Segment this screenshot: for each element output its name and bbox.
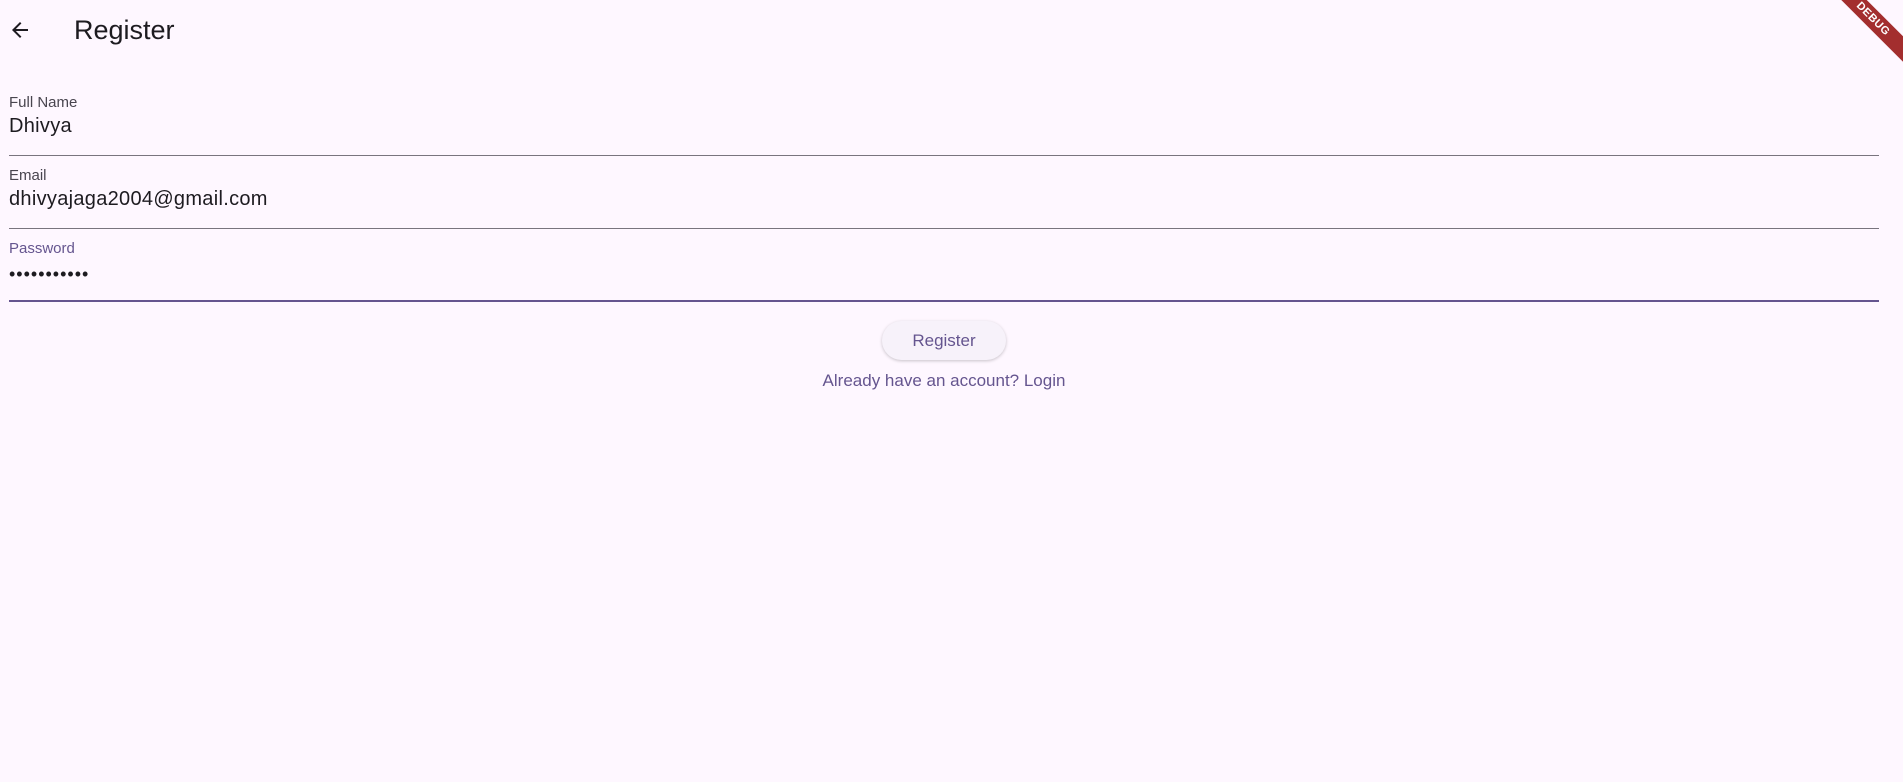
full-name-underline [9,155,1879,156]
page-title: Register [74,15,175,45]
arrow-back-icon [12,22,28,38]
email-underline [9,228,1879,229]
register-button[interactable]: Register [882,321,1006,360]
email-label: Email [9,167,47,184]
password-label: Password [9,240,75,257]
full-name-label: Full Name [9,94,78,111]
email-value[interactable]: dhivyajaga2004@gmail.com [9,186,268,212]
app-bar: Register [0,0,1903,64]
password-underline [9,300,1879,302]
email-field[interactable]: Email dhivyajaga2004@gmail.com [9,167,1879,229]
back-button[interactable] [0,10,40,50]
login-link[interactable]: Already have an account? Login [0,369,1888,393]
full-name-value[interactable]: Dhivya [9,113,72,139]
full-name-field[interactable]: Full Name Dhivya [9,94,1879,156]
password-field[interactable]: Password ••••••••••• [9,240,1879,302]
password-value[interactable]: ••••••••••• [9,261,89,287]
